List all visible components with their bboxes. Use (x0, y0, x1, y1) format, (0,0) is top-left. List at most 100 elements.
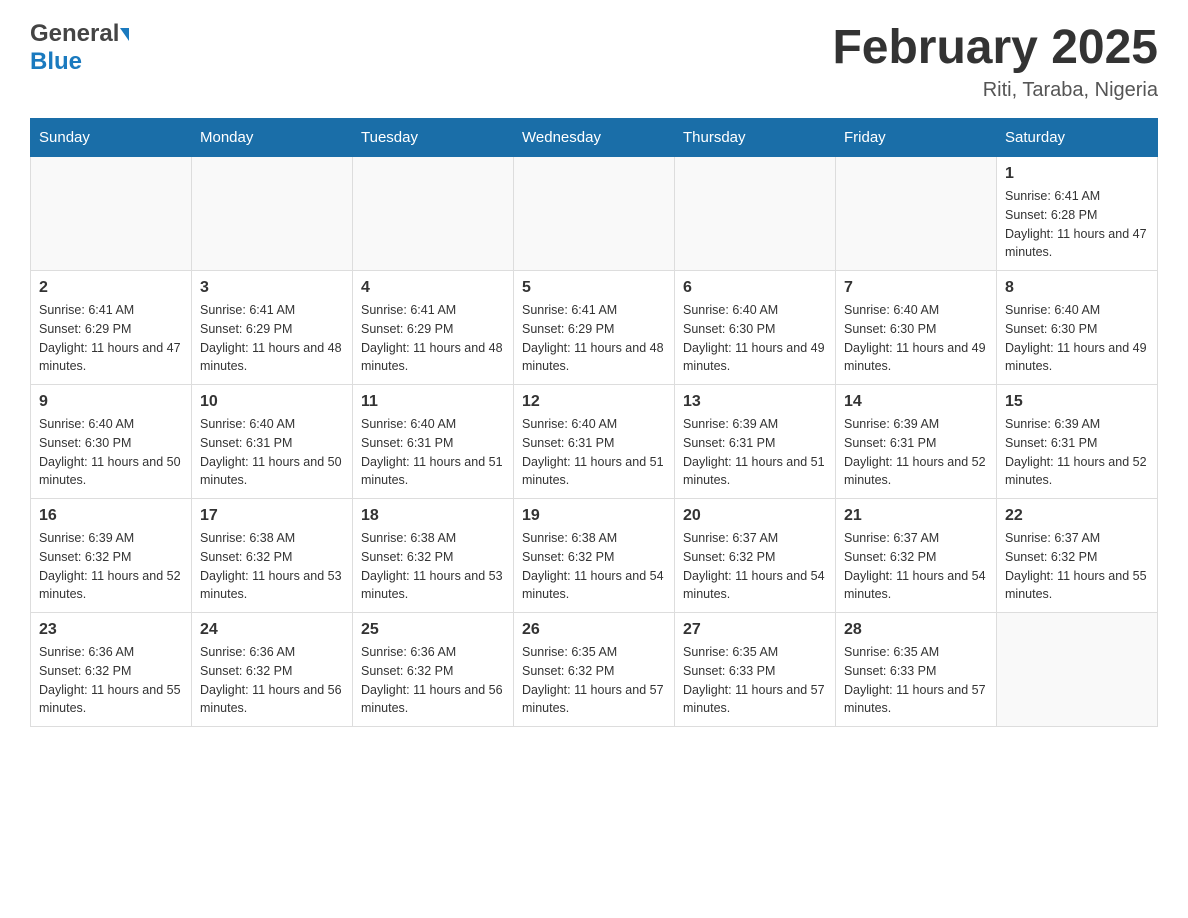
calendar-cell: 7 Sunrise: 6:40 AM Sunset: 6:30 PM Daylig… (836, 271, 997, 385)
day-number: 9 (39, 393, 183, 411)
calendar-cell: 15 Sunrise: 6:39 AM Sunset: 6:31 PM Dayli… (997, 385, 1158, 499)
day-info: Sunrise: 6:35 AM Sunset: 6:33 PM Dayligh… (683, 643, 827, 718)
calendar-cell: 5 Sunrise: 6:41 AM Sunset: 6:29 PM Daylig… (514, 271, 675, 385)
day-info: Sunrise: 6:36 AM Sunset: 6:32 PM Dayligh… (200, 643, 344, 718)
calendar-cell: 4 Sunrise: 6:41 AM Sunset: 6:29 PM Daylig… (353, 271, 514, 385)
day-info: Sunrise: 6:39 AM Sunset: 6:32 PM Dayligh… (39, 529, 183, 604)
calendar-cell (514, 157, 675, 271)
day-number: 19 (522, 507, 666, 525)
day-number: 23 (39, 621, 183, 639)
day-number: 18 (361, 507, 505, 525)
day-number: 6 (683, 279, 827, 297)
day-number: 25 (361, 621, 505, 639)
title-area: February 2025 Riti, Taraba, Nigeria (832, 20, 1158, 102)
day-info: Sunrise: 6:36 AM Sunset: 6:32 PM Dayligh… (39, 643, 183, 718)
week-row: 9 Sunrise: 6:40 AM Sunset: 6:30 PM Daylig… (31, 385, 1158, 499)
day-number: 16 (39, 507, 183, 525)
logo: General Blue (30, 20, 129, 76)
day-number: 10 (200, 393, 344, 411)
day-info: Sunrise: 6:40 AM Sunset: 6:31 PM Dayligh… (361, 415, 505, 490)
calendar-cell: 17 Sunrise: 6:38 AM Sunset: 6:32 PM Dayli… (192, 499, 353, 613)
day-info: Sunrise: 6:38 AM Sunset: 6:32 PM Dayligh… (200, 529, 344, 604)
day-number: 15 (1005, 393, 1149, 411)
day-number: 4 (361, 279, 505, 297)
calendar-cell (836, 157, 997, 271)
calendar-cell (31, 157, 192, 271)
day-number: 5 (522, 279, 666, 297)
day-info: Sunrise: 6:41 AM Sunset: 6:29 PM Dayligh… (522, 301, 666, 376)
day-number: 20 (683, 507, 827, 525)
day-info: Sunrise: 6:40 AM Sunset: 6:30 PM Dayligh… (39, 415, 183, 490)
calendar-cell: 25 Sunrise: 6:36 AM Sunset: 6:32 PM Dayli… (353, 613, 514, 727)
calendar-cell: 26Sunrise: 6:35 AM Sunset: 6:32 PM Dayli… (514, 613, 675, 727)
calendar-cell: 24 Sunrise: 6:36 AM Sunset: 6:32 PM Dayli… (192, 613, 353, 727)
week-row: 1 Sunrise: 6:41 AM Sunset: 6:28 PM Daylig… (31, 157, 1158, 271)
day-number: 14 (844, 393, 988, 411)
day-info: Sunrise: 6:37 AM Sunset: 6:32 PM Dayligh… (1005, 529, 1149, 604)
calendar-cell: 3Sunrise: 6:41 AM Sunset: 6:29 PM Daylig… (192, 271, 353, 385)
calendar-cell: 13 Sunrise: 6:39 AM Sunset: 6:31 PM Dayli… (675, 385, 836, 499)
day-info: Sunrise: 6:41 AM Sunset: 6:28 PM Dayligh… (1005, 187, 1149, 262)
day-info: Sunrise: 6:41 AM Sunset: 6:29 PM Dayligh… (39, 301, 183, 376)
week-row: 23 Sunrise: 6:36 AM Sunset: 6:32 PM Dayli… (31, 613, 1158, 727)
calendar-title: February 2025 (832, 20, 1158, 75)
day-of-week-header: Tuesday (353, 119, 514, 157)
day-number: 3 (200, 279, 344, 297)
day-info: Sunrise: 6:38 AM Sunset: 6:32 PM Dayligh… (522, 529, 666, 604)
day-info: Sunrise: 6:36 AM Sunset: 6:32 PM Dayligh… (361, 643, 505, 718)
day-of-week-header: Wednesday (514, 119, 675, 157)
calendar-table: SundayMondayTuesdayWednesdayThursdayFrid… (30, 118, 1158, 727)
calendar-cell: 27Sunrise: 6:35 AM Sunset: 6:33 PM Dayli… (675, 613, 836, 727)
calendar-cell: 14 Sunrise: 6:39 AM Sunset: 6:31 PM Dayli… (836, 385, 997, 499)
calendar-header-row: SundayMondayTuesdayWednesdayThursdayFrid… (31, 119, 1158, 157)
logo-chevron-icon (120, 28, 129, 41)
calendar-cell: 16 Sunrise: 6:39 AM Sunset: 6:32 PM Dayli… (31, 499, 192, 613)
day-info: Sunrise: 6:40 AM Sunset: 6:31 PM Dayligh… (522, 415, 666, 490)
day-info: Sunrise: 6:41 AM Sunset: 6:29 PM Dayligh… (361, 301, 505, 376)
day-of-week-header: Thursday (675, 119, 836, 157)
calendar-cell: 6 Sunrise: 6:40 AM Sunset: 6:30 PM Daylig… (675, 271, 836, 385)
day-info: Sunrise: 6:40 AM Sunset: 6:30 PM Dayligh… (1005, 301, 1149, 376)
logo-general-text: General (30, 20, 119, 48)
calendar-cell: 22 Sunrise: 6:37 AM Sunset: 6:32 PM Dayli… (997, 499, 1158, 613)
day-number: 13 (683, 393, 827, 411)
day-info: Sunrise: 6:38 AM Sunset: 6:32 PM Dayligh… (361, 529, 505, 604)
day-info: Sunrise: 6:40 AM Sunset: 6:31 PM Dayligh… (200, 415, 344, 490)
calendar-cell: 8 Sunrise: 6:40 AM Sunset: 6:30 PM Daylig… (997, 271, 1158, 385)
day-info: Sunrise: 6:39 AM Sunset: 6:31 PM Dayligh… (1005, 415, 1149, 490)
day-info: Sunrise: 6:40 AM Sunset: 6:30 PM Dayligh… (844, 301, 988, 376)
day-number: 8 (1005, 279, 1149, 297)
week-row: 2Sunrise: 6:41 AM Sunset: 6:29 PM Daylig… (31, 271, 1158, 385)
day-number: 17 (200, 507, 344, 525)
calendar-cell: 28 Sunrise: 6:35 AM Sunset: 6:33 PM Dayli… (836, 613, 997, 727)
calendar-cell: 12 Sunrise: 6:40 AM Sunset: 6:31 PM Dayli… (514, 385, 675, 499)
day-info: Sunrise: 6:39 AM Sunset: 6:31 PM Dayligh… (844, 415, 988, 490)
day-number: 22 (1005, 507, 1149, 525)
day-number: 11 (361, 393, 505, 411)
calendar-cell: 21 Sunrise: 6:37 AM Sunset: 6:32 PM Dayli… (836, 499, 997, 613)
header: General Blue February 2025 Riti, Taraba,… (30, 20, 1158, 102)
day-number: 24 (200, 621, 344, 639)
calendar-cell: 10 Sunrise: 6:40 AM Sunset: 6:31 PM Dayli… (192, 385, 353, 499)
calendar-cell: 23 Sunrise: 6:36 AM Sunset: 6:32 PM Dayli… (31, 613, 192, 727)
calendar-subtitle: Riti, Taraba, Nigeria (832, 79, 1158, 102)
week-row: 16 Sunrise: 6:39 AM Sunset: 6:32 PM Dayli… (31, 499, 1158, 613)
calendar-cell: 11 Sunrise: 6:40 AM Sunset: 6:31 PM Dayli… (353, 385, 514, 499)
day-info: Sunrise: 6:39 AM Sunset: 6:31 PM Dayligh… (683, 415, 827, 490)
day-number: 21 (844, 507, 988, 525)
day-of-week-header: Monday (192, 119, 353, 157)
calendar-cell (675, 157, 836, 271)
day-number: 7 (844, 279, 988, 297)
calendar-cell: 1 Sunrise: 6:41 AM Sunset: 6:28 PM Daylig… (997, 157, 1158, 271)
logo-blue-text: Blue (30, 48, 82, 75)
day-info: Sunrise: 6:37 AM Sunset: 6:32 PM Dayligh… (844, 529, 988, 604)
day-number: 1 (1005, 165, 1149, 183)
day-info: Sunrise: 6:40 AM Sunset: 6:30 PM Dayligh… (683, 301, 827, 376)
day-number: 12 (522, 393, 666, 411)
calendar-cell: 18 Sunrise: 6:38 AM Sunset: 6:32 PM Dayli… (353, 499, 514, 613)
calendar-cell: 20Sunrise: 6:37 AM Sunset: 6:32 PM Dayli… (675, 499, 836, 613)
calendar-cell: 9 Sunrise: 6:40 AM Sunset: 6:30 PM Daylig… (31, 385, 192, 499)
day-of-week-header: Sunday (31, 119, 192, 157)
day-number: 28 (844, 621, 988, 639)
day-info: Sunrise: 6:35 AM Sunset: 6:33 PM Dayligh… (844, 643, 988, 718)
